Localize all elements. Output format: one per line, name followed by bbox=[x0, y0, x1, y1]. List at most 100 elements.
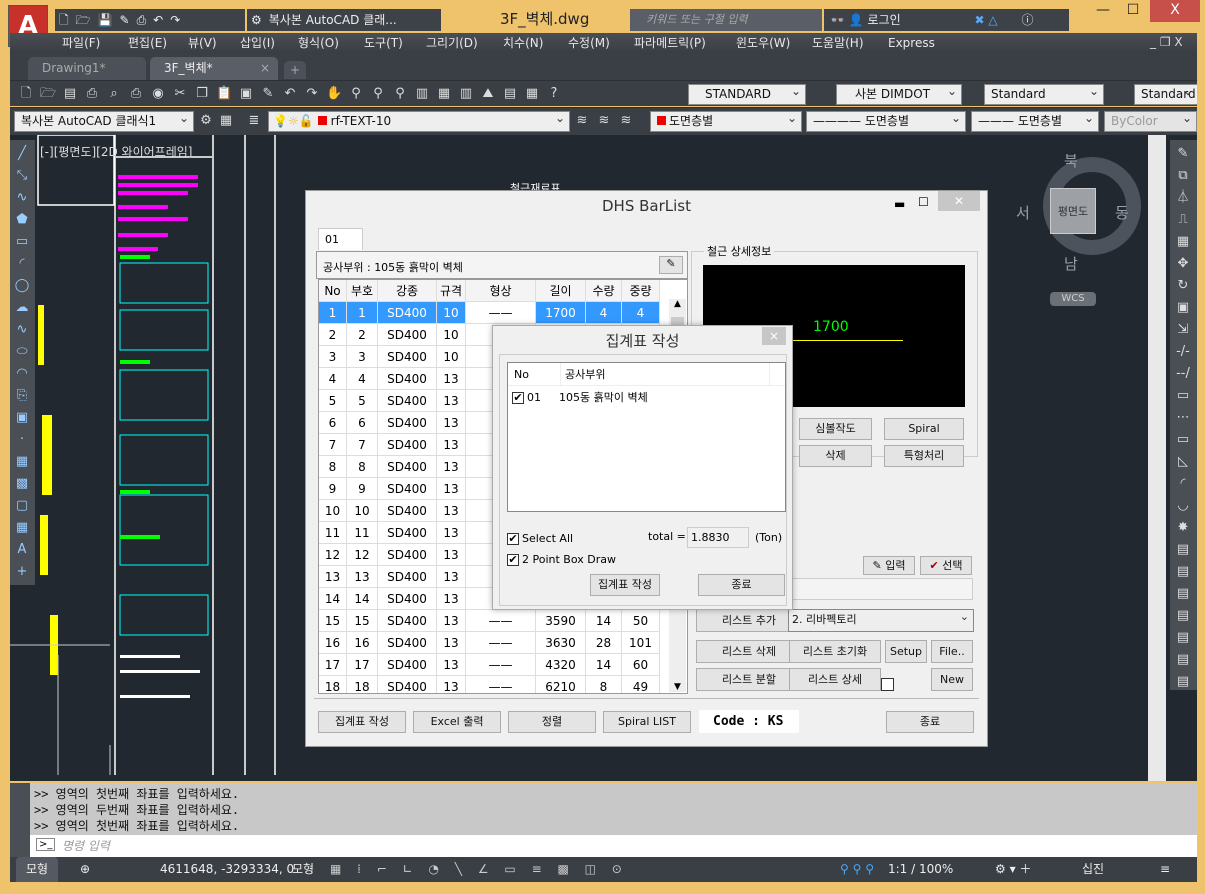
polygon-icon[interactable]: ⬟ bbox=[14, 212, 30, 228]
region-icon[interactable]: ▢ bbox=[14, 498, 30, 514]
item-checkbox[interactable]: ✔ bbox=[512, 392, 524, 404]
open-icon[interactable]: 🗁 bbox=[40, 86, 56, 102]
undo-icon[interactable]: ↶ bbox=[282, 86, 298, 102]
workspace-icon[interactable]: ▦ bbox=[218, 113, 234, 129]
create-summary-button[interactable]: 집계표 작성 bbox=[590, 574, 660, 596]
command-prompt-icon[interactable]: >_ bbox=[36, 838, 56, 851]
site-listview[interactable]: No 공사부위 ✔ 01 105동 흙막이 벽체 bbox=[507, 362, 786, 512]
layer-manager-icon[interactable]: ≣ bbox=[246, 113, 262, 129]
model-space-toggle[interactable]: 모형 bbox=[292, 857, 314, 882]
plot-icon[interactable]: ◉ bbox=[150, 86, 166, 102]
dialog-maximize-button[interactable]: ☐ bbox=[918, 195, 929, 209]
compass-north[interactable]: 북 bbox=[1064, 150, 1078, 171]
new-tab-button[interactable]: + bbox=[284, 61, 306, 79]
menu-item[interactable]: 도구(T) bbox=[364, 33, 403, 53]
spiral-button[interactable]: Spiral bbox=[884, 418, 964, 440]
stretch-icon[interactable]: ⇲ bbox=[1175, 322, 1191, 338]
column-header[interactable]: 부호 bbox=[347, 280, 378, 302]
total-field[interactable]: 1.8830 bbox=[687, 527, 749, 548]
col-no[interactable]: No bbox=[514, 363, 529, 386]
units-select[interactable]: 십진 bbox=[1082, 857, 1104, 882]
paste-icon[interactable]: 📋 bbox=[216, 86, 232, 102]
cloud-icon[interactable]: ☁ bbox=[14, 300, 30, 316]
close-dialog-button[interactable]: 종료 bbox=[886, 711, 974, 733]
layer-select[interactable]: 💡☼🔓 rf-TEXT-10 bbox=[268, 109, 570, 132]
cut-icon[interactable]: ✂ bbox=[172, 86, 188, 102]
ucs-menu[interactable]: WCS bbox=[1050, 292, 1096, 306]
polyline-icon[interactable]: ∿ bbox=[14, 190, 30, 206]
make-current-layer-icon[interactable]: ≋ bbox=[574, 113, 590, 129]
dim-style-select[interactable]: 사본 DIMDOT bbox=[836, 82, 962, 105]
menu-item[interactable]: 파일(F) bbox=[62, 33, 100, 53]
copy-icon[interactable]: ❐ bbox=[194, 86, 210, 102]
setup-button[interactable]: Setup bbox=[885, 640, 927, 663]
annotation-scale[interactable]: 1:1 / 100% bbox=[888, 857, 953, 882]
model-tab[interactable]: 모형 bbox=[16, 857, 59, 882]
markup-icon[interactable]: ⛰ bbox=[480, 86, 496, 102]
point-icon[interactable]: · bbox=[14, 432, 30, 448]
join-icon[interactable]: ▭ bbox=[1175, 432, 1191, 448]
viewport-controls-label[interactable]: [-][평면도][2D 와이어프레임] bbox=[40, 143, 192, 160]
viewcube-face-top[interactable]: 평면도 bbox=[1050, 188, 1096, 234]
col-site[interactable]: 공사부위 bbox=[560, 363, 770, 386]
help-icon[interactable]: ⓘ bbox=[1021, 13, 1033, 27]
input-button[interactable]: ✎ 입력 bbox=[863, 556, 915, 575]
draworder-icon[interactable]: ▤ bbox=[1175, 542, 1191, 558]
arc-icon[interactable]: ◜ bbox=[14, 256, 30, 272]
list-detail-checkbox[interactable] bbox=[881, 678, 894, 691]
settings-icon[interactable]: ⚙ bbox=[198, 113, 214, 129]
line-icon[interactable]: ╱ bbox=[14, 146, 30, 162]
layout-add-button[interactable]: ⊕ bbox=[80, 857, 90, 882]
palette-icon[interactable]: ▥ bbox=[458, 86, 474, 102]
extend-icon[interactable]: --/ bbox=[1175, 366, 1191, 382]
column-header[interactable]: 길이 bbox=[536, 280, 586, 302]
sheetset-icon[interactable]: ▤ bbox=[502, 86, 518, 102]
column-header[interactable]: 수량 bbox=[586, 280, 622, 302]
gradient-icon[interactable]: ▩ bbox=[14, 476, 30, 492]
command-grip[interactable] bbox=[10, 783, 30, 857]
annotation-scale-icon[interactable]: ⚲ ⚲ ⚲ bbox=[840, 857, 874, 882]
table-style-select[interactable]: Standard bbox=[984, 82, 1104, 105]
column-header[interactable]: 규격 bbox=[437, 280, 466, 302]
undo-icon[interactable]: ↶ bbox=[153, 13, 163, 27]
properties-icon[interactable]: ▥ bbox=[414, 86, 430, 102]
delete-button[interactable]: 삭제 bbox=[799, 445, 872, 467]
move-icon[interactable]: ✥ bbox=[1175, 256, 1191, 272]
menu-item[interactable]: 뷰(V) bbox=[188, 33, 217, 53]
column-header[interactable]: 강종 bbox=[378, 280, 437, 302]
print-icon[interactable]: ⎙ bbox=[84, 86, 100, 102]
customize-icon[interactable]: ≡ bbox=[1160, 857, 1170, 882]
column-header[interactable]: No bbox=[319, 280, 347, 302]
help-icon[interactable]: ? bbox=[546, 86, 562, 102]
list-delete-button[interactable]: 리스트 삭제 bbox=[696, 640, 802, 663]
menu-item[interactable]: 형식(O) bbox=[298, 33, 339, 53]
menu-item[interactable]: 수정(M) bbox=[568, 33, 610, 53]
fillet-icon[interactable]: ◜ bbox=[1175, 476, 1191, 492]
save-icon[interactable]: 💾 bbox=[98, 13, 113, 27]
saveas-icon[interactable]: ✎ bbox=[120, 13, 130, 27]
new-icon[interactable]: 🗋 bbox=[18, 86, 34, 102]
hide-icon[interactable]: ▤ bbox=[1175, 608, 1191, 624]
preview-icon[interactable]: ⌕ bbox=[106, 86, 122, 102]
exchange-icon[interactable]: ✖ △ bbox=[975, 13, 998, 27]
break-icon[interactable]: ▭ bbox=[1175, 388, 1191, 404]
maximize-button[interactable]: ☐ bbox=[1118, 0, 1148, 22]
list-detail-button[interactable]: 리스트 상세 bbox=[789, 668, 881, 691]
vertical-scrollbar[interactable] bbox=[1148, 135, 1166, 781]
save-icon[interactable]: ▤ bbox=[62, 86, 78, 102]
new-button[interactable]: New bbox=[931, 668, 973, 691]
workspace-dropdown[interactable]: ⚙ 복사본 AutoCAD 클래... bbox=[247, 9, 441, 31]
close-tab-icon[interactable]: × bbox=[260, 57, 270, 80]
file-button[interactable]: File.. bbox=[931, 640, 973, 663]
menu-item[interactable]: 그리기(D) bbox=[426, 33, 478, 53]
plot-style-select[interactable]: ByColor bbox=[1104, 109, 1197, 132]
trim-icon[interactable]: -/- bbox=[1175, 344, 1191, 360]
menu-item[interactable]: 윈도우(W) bbox=[736, 33, 790, 53]
list-item[interactable]: ✔ 01 105동 흙막이 벽체 bbox=[512, 389, 648, 405]
redo-icon[interactable]: ↷ bbox=[304, 86, 320, 102]
menu-item[interactable]: 삽입(I) bbox=[240, 33, 275, 53]
command-input[interactable]: 명령 입력 bbox=[30, 835, 1197, 857]
hatch-back-icon[interactable]: ▤ bbox=[1175, 652, 1191, 668]
copy-icon[interactable]: ⧉ bbox=[1175, 168, 1191, 184]
summary-close-icon[interactable]: × bbox=[762, 327, 786, 345]
